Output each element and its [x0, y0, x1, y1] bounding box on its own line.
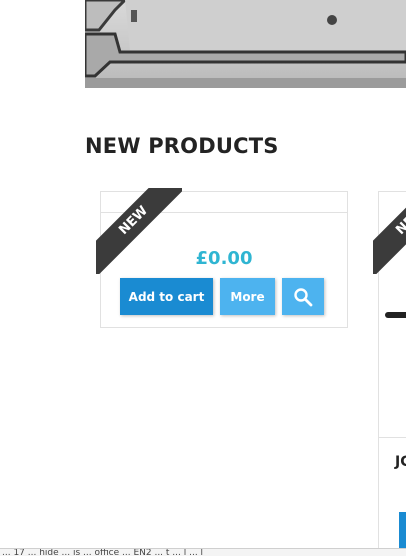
product-card[interactable]: NEW JC — [373, 188, 406, 556]
product-name[interactable]: JC — [395, 454, 406, 470]
status-bar: ... 17 ... hide ... is ... office ... EN… — [0, 548, 406, 556]
hero-banner-image — [85, 0, 406, 88]
product-thumbnail — [385, 312, 406, 318]
search-icon — [294, 287, 313, 306]
new-badge-label: NEW — [373, 188, 406, 274]
section-title: NEW PRODUCTS — [85, 134, 279, 158]
add-to-cart-button[interactable] — [399, 512, 406, 549]
product-price: £0.00 — [195, 248, 253, 269]
add-to-cart-button[interactable]: Add to cart — [120, 278, 213, 315]
more-button[interactable]: More — [220, 278, 275, 315]
new-badge: NEW — [373, 188, 406, 274]
product-card[interactable]: NEW £0.00 Add to cart More — [96, 188, 348, 328]
quick-view-button[interactable] — [282, 278, 324, 315]
